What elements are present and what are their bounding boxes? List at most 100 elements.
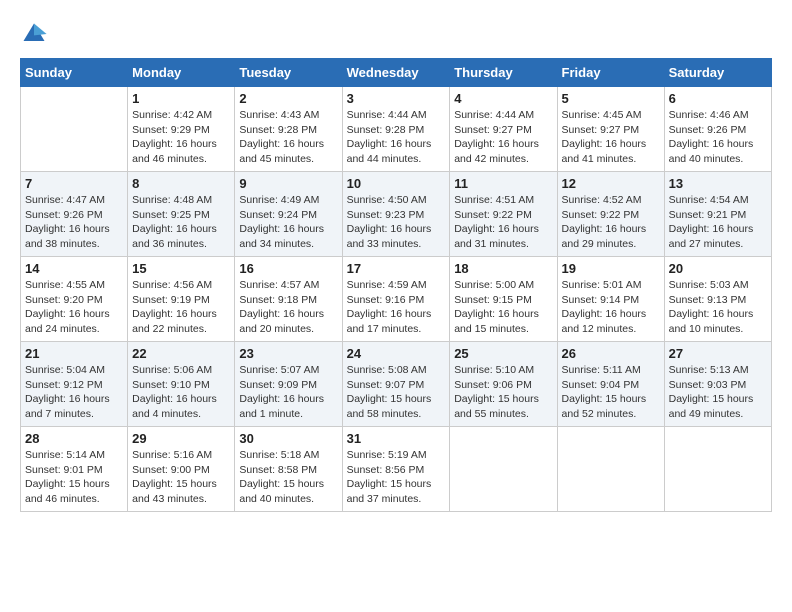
day-info: Sunrise: 4:43 AMSunset: 9:28 PMDaylight:… xyxy=(239,108,337,167)
day-number: 4 xyxy=(454,91,552,106)
day-number: 17 xyxy=(347,261,446,276)
day-number: 27 xyxy=(669,346,767,361)
calendar-table: SundayMondayTuesdayWednesdayThursdayFrid… xyxy=(20,58,772,512)
day-info: Sunrise: 4:50 AMSunset: 9:23 PMDaylight:… xyxy=(347,193,446,252)
day-number: 16 xyxy=(239,261,337,276)
calendar-cell: 3 Sunrise: 4:44 AMSunset: 9:28 PMDaylight… xyxy=(342,87,450,172)
day-number: 24 xyxy=(347,346,446,361)
weekday-header-sunday: Sunday xyxy=(21,59,128,87)
calendar-cell: 19 Sunrise: 5:01 AMSunset: 9:14 PMDayligh… xyxy=(557,257,664,342)
calendar-week-row: 1Sunrise: 4:42 AMSunset: 9:29 PMDaylight… xyxy=(21,87,772,172)
day-info: Sunrise: 5:14 AMSunset: 9:01 PMDaylight:… xyxy=(25,448,123,507)
day-info: Sunrise: 5:11 AMSunset: 9:04 PMDaylight:… xyxy=(562,363,660,422)
calendar-cell xyxy=(21,87,128,172)
calendar-cell: 30 Sunrise: 5:18 AMSunset: 8:58 PMDayligh… xyxy=(235,427,342,512)
day-info: Sunrise: 4:59 AMSunset: 9:16 PMDaylight:… xyxy=(347,278,446,337)
calendar-week-row: 7Sunrise: 4:47 AMSunset: 9:26 PMDaylight… xyxy=(21,172,772,257)
day-info: Sunrise: 5:03 AMSunset: 9:13 PMDaylight:… xyxy=(669,278,767,337)
calendar-cell: 11Sunrise: 4:51 AMSunset: 9:22 PMDayligh… xyxy=(450,172,557,257)
day-number: 5 xyxy=(562,91,660,106)
calendar-cell: 26 Sunrise: 5:11 AMSunset: 9:04 PMDayligh… xyxy=(557,342,664,427)
day-number: 10 xyxy=(347,176,446,191)
calendar-cell: 2 Sunrise: 4:43 AMSunset: 9:28 PMDaylight… xyxy=(235,87,342,172)
calendar-cell: 15 Sunrise: 4:56 AMSunset: 9:19 PMDayligh… xyxy=(128,257,235,342)
day-info: Sunrise: 4:52 AMSunset: 9:22 PMDaylight:… xyxy=(562,193,660,252)
day-info: Sunrise: 5:18 AMSunset: 8:58 PMDaylight:… xyxy=(239,448,337,507)
calendar-cell: 10 Sunrise: 4:50 AMSunset: 9:23 PMDayligh… xyxy=(342,172,450,257)
day-number: 8 xyxy=(132,176,230,191)
day-info: Sunrise: 4:44 AMSunset: 9:28 PMDaylight:… xyxy=(347,108,446,167)
calendar-cell: 31Sunrise: 5:19 AMSunset: 8:56 PMDayligh… xyxy=(342,427,450,512)
calendar-cell xyxy=(450,427,557,512)
day-info: Sunrise: 4:46 AMSunset: 9:26 PMDaylight:… xyxy=(669,108,767,167)
calendar-cell: 12 Sunrise: 4:52 AMSunset: 9:22 PMDayligh… xyxy=(557,172,664,257)
calendar-cell: 14 Sunrise: 4:55 AMSunset: 9:20 PMDayligh… xyxy=(21,257,128,342)
weekday-header-friday: Friday xyxy=(557,59,664,87)
day-number: 26 xyxy=(562,346,660,361)
day-number: 2 xyxy=(239,91,337,106)
day-number: 18 xyxy=(454,261,552,276)
day-number: 21 xyxy=(25,346,123,361)
day-info: Sunrise: 4:47 AMSunset: 9:26 PMDaylight:… xyxy=(25,193,123,252)
day-number: 9 xyxy=(239,176,337,191)
day-info: Sunrise: 4:45 AMSunset: 9:27 PMDaylight:… xyxy=(562,108,660,167)
day-number: 1 xyxy=(132,91,230,106)
calendar-cell: 20 Sunrise: 5:03 AMSunset: 9:13 PMDayligh… xyxy=(664,257,771,342)
calendar-cell xyxy=(557,427,664,512)
calendar-week-row: 21 Sunrise: 5:04 AMSunset: 9:12 PMDayligh… xyxy=(21,342,772,427)
calendar-cell: 21 Sunrise: 5:04 AMSunset: 9:12 PMDayligh… xyxy=(21,342,128,427)
calendar-cell: 7Sunrise: 4:47 AMSunset: 9:26 PMDaylight… xyxy=(21,172,128,257)
calendar-cell: 22Sunrise: 5:06 AMSunset: 9:10 PMDayligh… xyxy=(128,342,235,427)
calendar-cell: 23Sunrise: 5:07 AMSunset: 9:09 PMDayligh… xyxy=(235,342,342,427)
weekday-header-tuesday: Tuesday xyxy=(235,59,342,87)
day-number: 20 xyxy=(669,261,767,276)
calendar-header: SundayMondayTuesdayWednesdayThursdayFrid… xyxy=(21,59,772,87)
day-number: 22 xyxy=(132,346,230,361)
calendar-week-row: 14 Sunrise: 4:55 AMSunset: 9:20 PMDayligh… xyxy=(21,257,772,342)
calendar-cell: 4 Sunrise: 4:44 AMSunset: 9:27 PMDaylight… xyxy=(450,87,557,172)
day-number: 3 xyxy=(347,91,446,106)
day-number: 13 xyxy=(669,176,767,191)
calendar-cell: 6 Sunrise: 4:46 AMSunset: 9:26 PMDaylight… xyxy=(664,87,771,172)
weekday-header-row: SundayMondayTuesdayWednesdayThursdayFrid… xyxy=(21,59,772,87)
day-info: Sunrise: 5:07 AMSunset: 9:09 PMDaylight:… xyxy=(239,363,337,422)
day-number: 29 xyxy=(132,431,230,446)
day-number: 6 xyxy=(669,91,767,106)
calendar-cell: 27 Sunrise: 5:13 AMSunset: 9:03 PMDayligh… xyxy=(664,342,771,427)
day-number: 30 xyxy=(239,431,337,446)
day-info: Sunrise: 4:48 AMSunset: 9:25 PMDaylight:… xyxy=(132,193,230,252)
day-info: Sunrise: 5:01 AMSunset: 9:14 PMDaylight:… xyxy=(562,278,660,337)
weekday-header-monday: Monday xyxy=(128,59,235,87)
calendar-body: 1Sunrise: 4:42 AMSunset: 9:29 PMDaylight… xyxy=(21,87,772,512)
day-number: 14 xyxy=(25,261,123,276)
day-number: 15 xyxy=(132,261,230,276)
calendar-cell: 1Sunrise: 4:42 AMSunset: 9:29 PMDaylight… xyxy=(128,87,235,172)
calendar-cell: 17 Sunrise: 4:59 AMSunset: 9:16 PMDayligh… xyxy=(342,257,450,342)
calendar-cell: 9Sunrise: 4:49 AMSunset: 9:24 PMDaylight… xyxy=(235,172,342,257)
day-info: Sunrise: 4:54 AMSunset: 9:21 PMDaylight:… xyxy=(669,193,767,252)
calendar-cell: 25Sunrise: 5:10 AMSunset: 9:06 PMDayligh… xyxy=(450,342,557,427)
weekday-header-thursday: Thursday xyxy=(450,59,557,87)
day-info: Sunrise: 5:13 AMSunset: 9:03 PMDaylight:… xyxy=(669,363,767,422)
logo-icon xyxy=(20,20,48,48)
day-info: Sunrise: 4:44 AMSunset: 9:27 PMDaylight:… xyxy=(454,108,552,167)
day-info: Sunrise: 5:16 AMSunset: 9:00 PMDaylight:… xyxy=(132,448,230,507)
day-info: Sunrise: 4:56 AMSunset: 9:19 PMDaylight:… xyxy=(132,278,230,337)
header xyxy=(20,20,772,48)
calendar-cell xyxy=(664,427,771,512)
calendar-cell: 28Sunrise: 5:14 AMSunset: 9:01 PMDayligh… xyxy=(21,427,128,512)
day-number: 19 xyxy=(562,261,660,276)
logo xyxy=(20,20,52,48)
day-number: 31 xyxy=(347,431,446,446)
day-info: Sunrise: 5:04 AMSunset: 9:12 PMDaylight:… xyxy=(25,363,123,422)
calendar-cell: 8 Sunrise: 4:48 AMSunset: 9:25 PMDaylight… xyxy=(128,172,235,257)
weekday-header-saturday: Saturday xyxy=(664,59,771,87)
weekday-header-wednesday: Wednesday xyxy=(342,59,450,87)
day-info: Sunrise: 4:55 AMSunset: 9:20 PMDaylight:… xyxy=(25,278,123,337)
day-info: Sunrise: 4:57 AMSunset: 9:18 PMDaylight:… xyxy=(239,278,337,337)
day-number: 25 xyxy=(454,346,552,361)
calendar-cell: 13 Sunrise: 4:54 AMSunset: 9:21 PMDayligh… xyxy=(664,172,771,257)
day-number: 12 xyxy=(562,176,660,191)
calendar-cell: 24Sunrise: 5:08 AMSunset: 9:07 PMDayligh… xyxy=(342,342,450,427)
calendar-cell: 5 Sunrise: 4:45 AMSunset: 9:27 PMDaylight… xyxy=(557,87,664,172)
